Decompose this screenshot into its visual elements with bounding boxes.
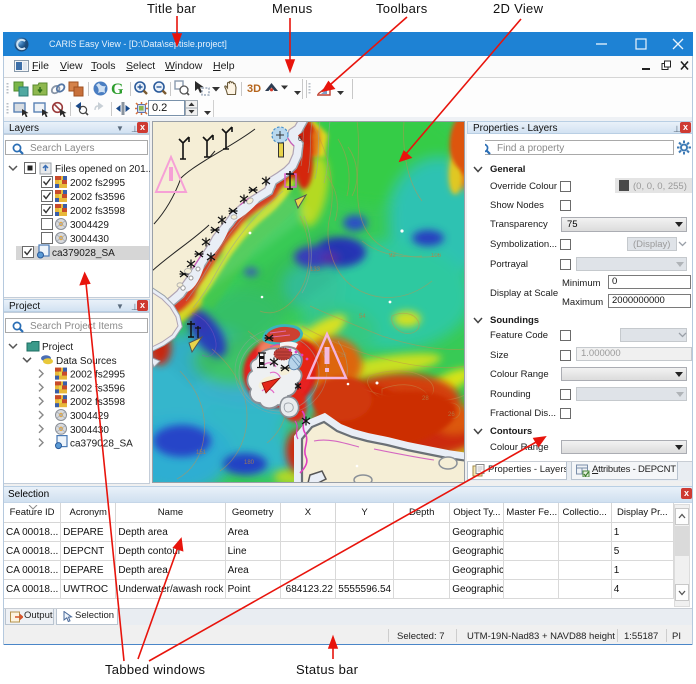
svg-text:3004429: 3004429 <box>70 220 109 231</box>
svg-text:26: 26 <box>448 412 455 418</box>
svg-text:54: 54 <box>359 314 366 320</box>
svg-text:28: 28 <box>422 396 429 402</box>
svg-text:3D: 3D <box>247 83 261 95</box>
svg-text:6: 6 <box>298 136 302 143</box>
svg-text:133: 133 <box>310 267 321 273</box>
svg-text:2002 fs3598: 2002 fs3598 <box>70 206 125 217</box>
svg-text:3004429: 3004429 <box>70 411 109 422</box>
svg-text:180: 180 <box>244 460 255 466</box>
svg-text:ca379028_SA: ca379028_SA <box>52 248 115 259</box>
svg-text:151: 151 <box>196 450 207 456</box>
svg-text:Project: Project <box>42 342 73 353</box>
svg-text:ca379028_SA: ca379028_SA <box>70 439 133 450</box>
svg-text:Files opened on 201...: Files opened on 201... <box>55 164 150 175</box>
svg-text:32: 32 <box>340 353 347 359</box>
svg-text:2002 fs3598: 2002 fs3598 <box>70 397 125 408</box>
svg-text:106: 106 <box>431 253 442 259</box>
svg-text:Data Sources: Data Sources <box>56 356 117 367</box>
svg-text:G: G <box>111 81 124 98</box>
svg-text:2002 fs2995: 2002 fs2995 <box>70 370 125 381</box>
svg-text:3004430: 3004430 <box>70 425 109 436</box>
svg-text:92: 92 <box>389 253 396 259</box>
svg-text:3004430: 3004430 <box>70 234 109 245</box>
svg-text:2002 fs3596: 2002 fs3596 <box>70 383 125 394</box>
svg-text:2002 fs2995: 2002 fs2995 <box>70 178 125 189</box>
svg-text:2002 fs3596: 2002 fs3596 <box>70 192 125 203</box>
